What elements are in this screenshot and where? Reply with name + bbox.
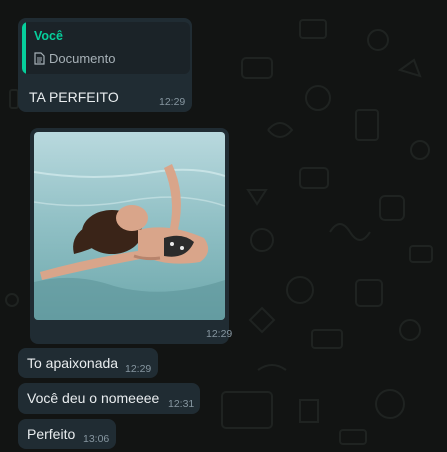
message-text: Você deu o nomeeee [27,390,160,406]
swimming-pool-photo[interactable] [34,132,225,320]
message-bubble[interactable]: To apaixonada 12:29 [18,348,158,378]
message-time: 12:29 [159,96,186,108]
message-bubble-reply[interactable]: Você Documento TA PERFEITO 12:29 [18,18,192,112]
message-text: TA PERFEITO [29,89,119,105]
message-text: Perfeito [27,426,76,442]
photo-illustration [34,132,225,320]
quote-accent-bar [22,22,26,74]
message-time: 12:29 [125,363,152,375]
message-time: 12:31 [168,398,195,410]
message-bubble[interactable]: Perfeito 13:06 [18,419,116,449]
message-time: 12:29 [206,328,233,340]
quoted-message[interactable]: Você Documento [22,22,190,74]
message-time: 13:06 [83,433,110,445]
document-icon [34,52,45,65]
quoted-author: Você [34,29,63,43]
message-bubble-image[interactable]: 12:29 [30,128,233,344]
quoted-label: Documento [49,51,116,66]
quoted-document: Documento [34,51,115,66]
message-text: To apaixonada [27,355,119,371]
chat-panel: Você Documento TA PERFEITO 12:29 12:29 T… [0,0,447,452]
message-bubble[interactable]: Você deu o nomeeee 12:31 [18,383,200,414]
